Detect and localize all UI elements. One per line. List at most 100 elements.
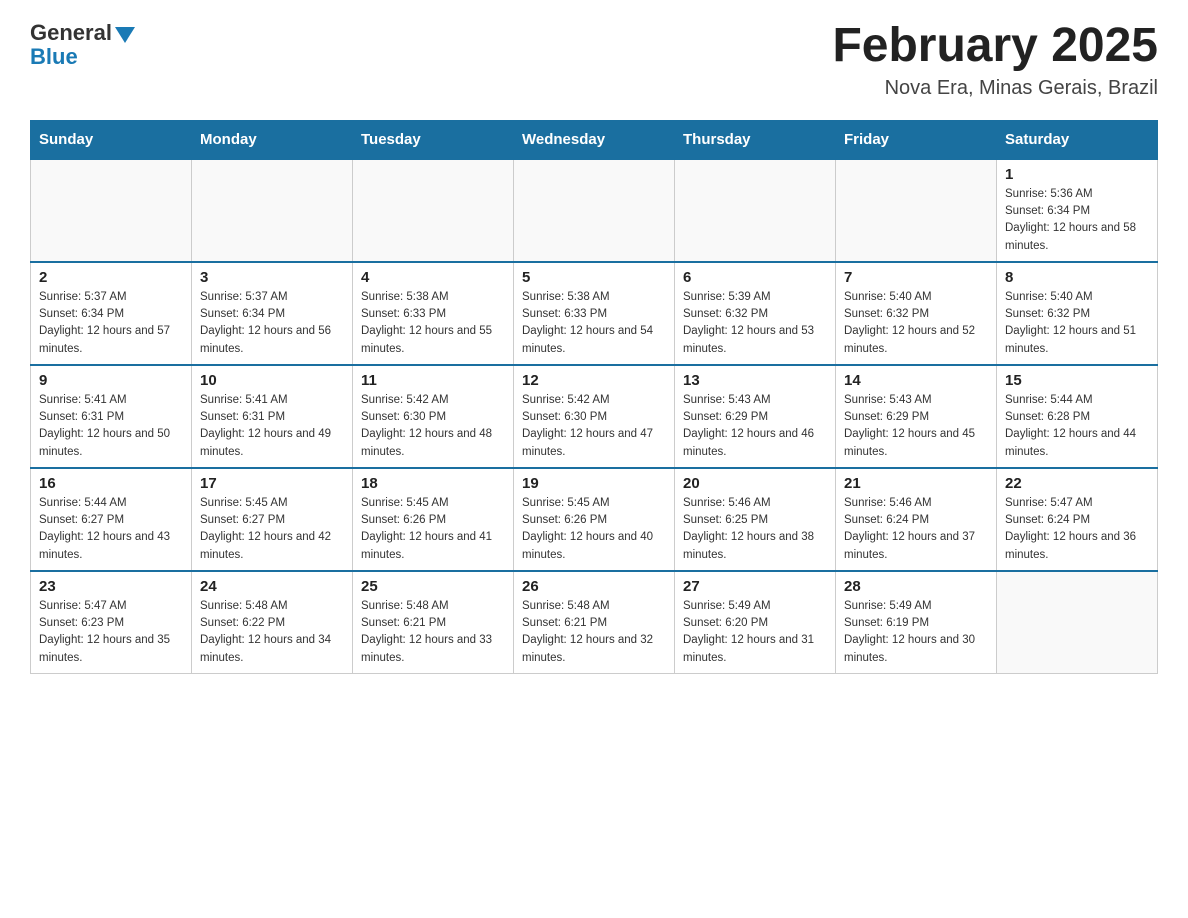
- day-info: Sunrise: 5:44 AMSunset: 6:27 PMDaylight:…: [39, 495, 183, 564]
- calendar-cell: 15 Sunrise: 5:44 AMSunset: 6:28 PMDayligh…: [997, 365, 1158, 468]
- calendar-cell: [353, 159, 514, 262]
- day-info: Sunrise: 5:40 AMSunset: 6:32 PMDaylight:…: [1005, 289, 1149, 358]
- calendar-cell: 19 Sunrise: 5:45 AMSunset: 6:26 PMDayligh…: [514, 468, 675, 571]
- day-info: Sunrise: 5:47 AMSunset: 6:24 PMDaylight:…: [1005, 495, 1149, 564]
- weekday-header-monday: Monday: [192, 120, 353, 159]
- title-section: February 2025 Nova Era, Minas Gerais, Br…: [832, 20, 1158, 100]
- weekday-header-sunday: Sunday: [31, 120, 192, 159]
- calendar-header-row: SundayMondayTuesdayWednesdayThursdayFrid…: [31, 120, 1158, 159]
- calendar-cell: 24 Sunrise: 5:48 AMSunset: 6:22 PMDayligh…: [192, 571, 353, 674]
- day-number: 6: [683, 269, 827, 286]
- month-title: February 2025: [832, 20, 1158, 73]
- day-info: Sunrise: 5:37 AMSunset: 6:34 PMDaylight:…: [200, 289, 344, 358]
- calendar-cell: 6 Sunrise: 5:39 AMSunset: 6:32 PMDaylight…: [675, 262, 836, 365]
- day-number: 2: [39, 269, 183, 286]
- day-info: Sunrise: 5:48 AMSunset: 6:22 PMDaylight:…: [200, 598, 344, 667]
- calendar-week-row: 2 Sunrise: 5:37 AMSunset: 6:34 PMDaylight…: [31, 262, 1158, 365]
- day-info: Sunrise: 5:46 AMSunset: 6:25 PMDaylight:…: [683, 495, 827, 564]
- logo-triangle-icon: [115, 27, 135, 43]
- day-info: Sunrise: 5:39 AMSunset: 6:32 PMDaylight:…: [683, 289, 827, 358]
- day-number: 20: [683, 475, 827, 492]
- calendar-cell: 17 Sunrise: 5:45 AMSunset: 6:27 PMDayligh…: [192, 468, 353, 571]
- day-number: 8: [1005, 269, 1149, 286]
- day-info: Sunrise: 5:38 AMSunset: 6:33 PMDaylight:…: [361, 289, 505, 358]
- day-number: 19: [522, 475, 666, 492]
- calendar-week-row: 1 Sunrise: 5:36 AMSunset: 6:34 PMDaylight…: [31, 159, 1158, 262]
- day-number: 15: [1005, 372, 1149, 389]
- weekday-header-thursday: Thursday: [675, 120, 836, 159]
- calendar-table: SundayMondayTuesdayWednesdayThursdayFrid…: [30, 120, 1158, 674]
- day-info: Sunrise: 5:45 AMSunset: 6:26 PMDaylight:…: [361, 495, 505, 564]
- calendar-cell: 10 Sunrise: 5:41 AMSunset: 6:31 PMDayligh…: [192, 365, 353, 468]
- day-number: 27: [683, 578, 827, 595]
- calendar-cell: 13 Sunrise: 5:43 AMSunset: 6:29 PMDayligh…: [675, 365, 836, 468]
- day-number: 7: [844, 269, 988, 286]
- day-number: 24: [200, 578, 344, 595]
- calendar-cell: 5Sunrise: 5:38 AMSunset: 6:33 PMDaylight…: [514, 262, 675, 365]
- day-info: Sunrise: 5:40 AMSunset: 6:32 PMDaylight:…: [844, 289, 988, 358]
- day-number: 9: [39, 372, 183, 389]
- calendar-cell: [31, 159, 192, 262]
- day-info: Sunrise: 5:46 AMSunset: 6:24 PMDaylight:…: [844, 495, 988, 564]
- day-info: Sunrise: 5:44 AMSunset: 6:28 PMDaylight:…: [1005, 392, 1149, 461]
- calendar-cell: 25 Sunrise: 5:48 AMSunset: 6:21 PMDayligh…: [353, 571, 514, 674]
- day-number: 23: [39, 578, 183, 595]
- calendar-cell: 2 Sunrise: 5:37 AMSunset: 6:34 PMDaylight…: [31, 262, 192, 365]
- day-info: Sunrise: 5:45 AMSunset: 6:27 PMDaylight:…: [200, 495, 344, 564]
- calendar-week-row: 23 Sunrise: 5:47 AMSunset: 6:23 PMDayligh…: [31, 571, 1158, 674]
- calendar-cell: [514, 159, 675, 262]
- day-info: Sunrise: 5:48 AMSunset: 6:21 PMDaylight:…: [361, 598, 505, 667]
- day-info: Sunrise: 5:48 AMSunset: 6:21 PMDaylight:…: [522, 598, 666, 667]
- day-info: Sunrise: 5:47 AMSunset: 6:23 PMDaylight:…: [39, 598, 183, 667]
- weekday-header-saturday: Saturday: [997, 120, 1158, 159]
- day-number: 16: [39, 475, 183, 492]
- location-subtitle: Nova Era, Minas Gerais, Brazil: [832, 77, 1158, 100]
- day-number: 13: [683, 372, 827, 389]
- calendar-cell: [836, 159, 997, 262]
- calendar-cell: 18Sunrise: 5:45 AMSunset: 6:26 PMDayligh…: [353, 468, 514, 571]
- day-number: 21: [844, 475, 988, 492]
- calendar-cell: 21 Sunrise: 5:46 AMSunset: 6:24 PMDayligh…: [836, 468, 997, 571]
- calendar-cell: 3Sunrise: 5:37 AMSunset: 6:34 PMDaylight…: [192, 262, 353, 365]
- day-info: Sunrise: 5:43 AMSunset: 6:29 PMDaylight:…: [844, 392, 988, 461]
- logo-general-text: General: [30, 20, 112, 46]
- day-number: 22: [1005, 475, 1149, 492]
- calendar-cell: 26 Sunrise: 5:48 AMSunset: 6:21 PMDayligh…: [514, 571, 675, 674]
- weekday-header-tuesday: Tuesday: [353, 120, 514, 159]
- calendar-cell: 14 Sunrise: 5:43 AMSunset: 6:29 PMDayligh…: [836, 365, 997, 468]
- day-number: 25: [361, 578, 505, 595]
- logo-blue-text: Blue: [30, 44, 78, 70]
- day-number: 10: [200, 372, 344, 389]
- day-info: Sunrise: 5:41 AMSunset: 6:31 PMDaylight:…: [200, 392, 344, 461]
- calendar-cell: 23 Sunrise: 5:47 AMSunset: 6:23 PMDayligh…: [31, 571, 192, 674]
- calendar-cell: 27 Sunrise: 5:49 AMSunset: 6:20 PMDayligh…: [675, 571, 836, 674]
- logo: General Blue: [30, 20, 135, 70]
- day-number: 12: [522, 372, 666, 389]
- day-number: 5: [522, 269, 666, 286]
- calendar-cell: 4 Sunrise: 5:38 AMSunset: 6:33 PMDaylight…: [353, 262, 514, 365]
- day-number: 1: [1005, 166, 1149, 183]
- day-info: Sunrise: 5:42 AMSunset: 6:30 PMDaylight:…: [522, 392, 666, 461]
- day-info: Sunrise: 5:43 AMSunset: 6:29 PMDaylight:…: [683, 392, 827, 461]
- day-info: Sunrise: 5:42 AMSunset: 6:30 PMDaylight:…: [361, 392, 505, 461]
- day-info: Sunrise: 5:37 AMSunset: 6:34 PMDaylight:…: [39, 289, 183, 358]
- day-number: 17: [200, 475, 344, 492]
- day-info: Sunrise: 5:45 AMSunset: 6:26 PMDaylight:…: [522, 495, 666, 564]
- calendar-cell: 16 Sunrise: 5:44 AMSunset: 6:27 PMDayligh…: [31, 468, 192, 571]
- calendar-cell: 20 Sunrise: 5:46 AMSunset: 6:25 PMDayligh…: [675, 468, 836, 571]
- day-info: Sunrise: 5:49 AMSunset: 6:20 PMDaylight:…: [683, 598, 827, 667]
- weekday-header-friday: Friday: [836, 120, 997, 159]
- calendar-cell: 12 Sunrise: 5:42 AMSunset: 6:30 PMDayligh…: [514, 365, 675, 468]
- day-info: Sunrise: 5:36 AMSunset: 6:34 PMDaylight:…: [1005, 186, 1149, 255]
- calendar-cell: [675, 159, 836, 262]
- calendar-cell: [997, 571, 1158, 674]
- calendar-cell: 1 Sunrise: 5:36 AMSunset: 6:34 PMDaylight…: [997, 159, 1158, 262]
- calendar-week-row: 16 Sunrise: 5:44 AMSunset: 6:27 PMDayligh…: [31, 468, 1158, 571]
- day-info: Sunrise: 5:41 AMSunset: 6:31 PMDaylight:…: [39, 392, 183, 461]
- calendar-cell: 28Sunrise: 5:49 AMSunset: 6:19 PMDayligh…: [836, 571, 997, 674]
- day-number: 4: [361, 269, 505, 286]
- weekday-header-wednesday: Wednesday: [514, 120, 675, 159]
- day-number: 14: [844, 372, 988, 389]
- day-number: 28: [844, 578, 988, 595]
- day-number: 26: [522, 578, 666, 595]
